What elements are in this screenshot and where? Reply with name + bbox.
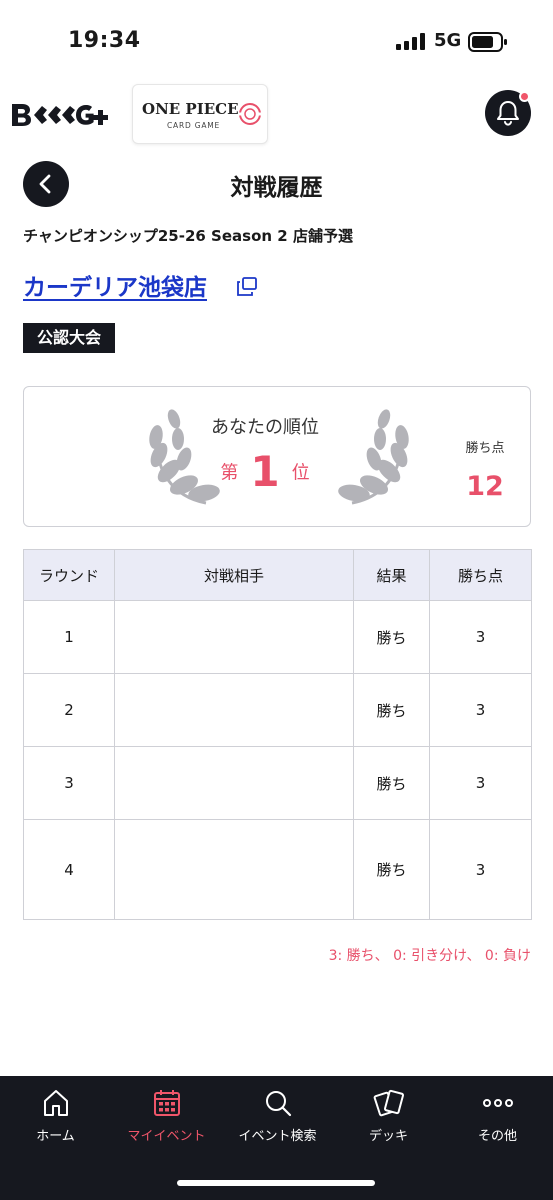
rank-suffix: 位 [291, 462, 310, 484]
more-icon [482, 1099, 513, 1107]
cell-opponent [114, 819, 354, 920]
cell-round: 4 [23, 819, 115, 920]
cell-round: 2 [23, 673, 115, 747]
external-link-icon[interactable] [235, 276, 259, 298]
cell-opponent [114, 600, 354, 674]
rank-card: あなたの順位 第1位 勝ち点 12 [23, 386, 531, 527]
header-round: ラウンド [23, 549, 115, 601]
table-row: 3 勝ち 3 [23, 746, 532, 820]
search-icon [265, 1091, 291, 1117]
cell-points: 3 [429, 600, 532, 674]
nav-deck-label: デッキ [368, 1129, 408, 1144]
home-indicator [177, 1180, 375, 1186]
results-table: ラウンド 対戦相手 結果 勝ち点 1 勝ち 3 2 勝ち 3 3 勝ち 3 4 … [23, 549, 532, 920]
cell-opponent [114, 746, 354, 820]
app-header: ONE PIECE CARD GAME [0, 80, 553, 150]
page-title: 対戦履歴 [230, 175, 323, 201]
cell-result: 勝ち [353, 600, 430, 674]
notification-dot [519, 91, 530, 102]
cards-icon [373, 1089, 404, 1117]
cell-result: 勝ち [353, 746, 430, 820]
points-label: 勝ち点 [465, 441, 505, 456]
nav-event-search[interactable]: イベント検索 [222, 1088, 333, 1144]
table-row: 4 勝ち 3 [23, 819, 532, 920]
logo-title: ONE PIECE [142, 100, 239, 118]
rank-number: 1 [250, 447, 280, 496]
header-points: 勝ち点 [429, 549, 532, 601]
nav-home[interactable]: ホーム [0, 1088, 111, 1144]
cell-points: 3 [429, 819, 532, 920]
header-result: 結果 [353, 549, 430, 601]
table-row: 1 勝ち 3 [23, 600, 532, 674]
cell-points: 3 [429, 673, 532, 747]
rank-label: あなたの順位 [211, 417, 319, 438]
app-logo [12, 104, 108, 126]
points-legend: 3: 勝ち、 0: 引き分け、 0: 負け [328, 948, 531, 964]
nav-my-events[interactable]: マイイベント [111, 1088, 222, 1144]
nav-home-label: ホーム [36, 1129, 75, 1144]
header-opponent: 対戦相手 [114, 549, 354, 601]
logo-subtitle: CARD GAME [167, 121, 220, 130]
store-link[interactable]: カーデリア池袋店 [23, 268, 207, 302]
nav-event-search-label: イベント検索 [238, 1129, 317, 1144]
signal-icon [396, 33, 425, 50]
cell-result: 勝ち [353, 819, 430, 920]
bell-icon [497, 101, 519, 126]
status-time: 19:34 [68, 28, 141, 53]
event-name: チャンピオンシップ25-26 Season 2 店舗予選 [23, 227, 353, 245]
cell-round: 3 [23, 746, 115, 820]
nav-more-label: その他 [477, 1129, 517, 1144]
battery-icon [468, 32, 507, 52]
nav-deck[interactable]: デッキ [333, 1088, 444, 1144]
home-icon [43, 1090, 68, 1116]
table-header-row: ラウンド 対戦相手 結果 勝ち点 [23, 549, 532, 601]
nav-more[interactable]: その他 [442, 1088, 553, 1144]
cell-opponent [114, 673, 354, 747]
status-bar: 19:34 5G [0, 0, 553, 72]
points-value: 12 [466, 471, 504, 502]
network-type: 5G [434, 30, 462, 51]
cell-points: 3 [429, 746, 532, 820]
one-piece-logo-art: ONE PIECE CARD GAME [142, 100, 262, 130]
event-type-badge: 公認大会 [23, 323, 116, 353]
nav-my-events-label: マイイベント [127, 1129, 206, 1144]
one-piece-logo[interactable]: ONE PIECE CARD GAME [132, 84, 268, 144]
rank-prefix: 第 [220, 462, 239, 484]
cell-round: 1 [23, 600, 115, 674]
calendar-icon [153, 1090, 180, 1116]
cell-result: 勝ち [353, 673, 430, 747]
table-row: 2 勝ち 3 [23, 673, 532, 747]
